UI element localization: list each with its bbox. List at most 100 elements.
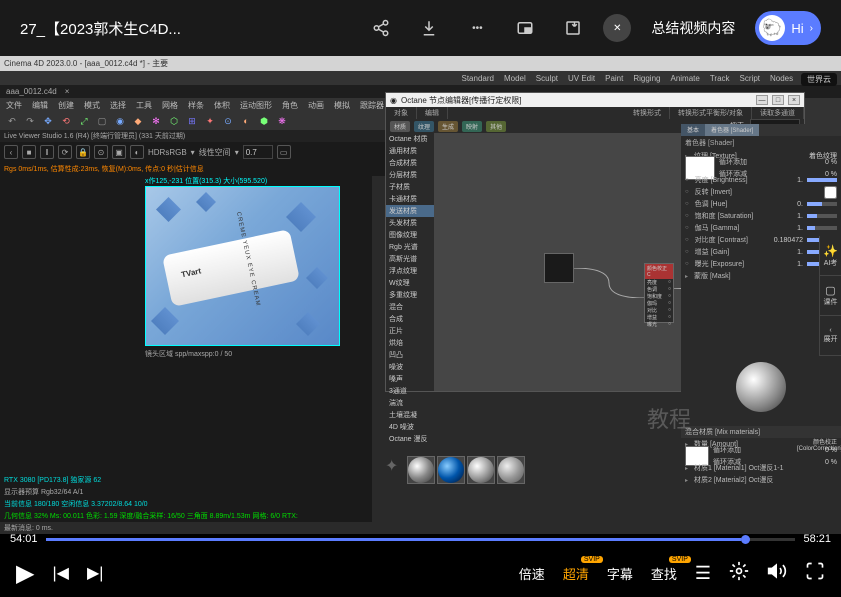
pill-5[interactable]: 其他 [486, 121, 506, 132]
vp-aspect-icon[interactable]: ▭ [277, 145, 291, 159]
speed-button[interactable]: 倍速 [519, 564, 545, 583]
node-port[interactable]: 对比○ [645, 307, 673, 314]
nw-ctab-3[interactable]: 读取多通道 [752, 107, 804, 119]
node-port[interactable]: 增益○ [645, 314, 673, 321]
pill-1[interactable]: 材质 [390, 121, 410, 132]
node-window-titlebar[interactable]: ◉ Octane 节点编辑器[传播行定权限] — □ × [386, 93, 804, 107]
mat-item[interactable]: 合成材质 [386, 157, 434, 169]
mat-item[interactable]: 卡通材质 [386, 193, 434, 205]
node-port[interactable]: 伽玛○ [645, 300, 673, 307]
tool-13-icon[interactable]: ◐ [238, 113, 254, 129]
tool-14-icon[interactable]: ⬢ [256, 113, 272, 129]
search-button[interactable]: 查找SVIP [651, 564, 677, 583]
node-port[interactable]: 色调○ [645, 286, 673, 293]
tool-8-icon[interactable]: ✻ [148, 113, 164, 129]
mode-animate[interactable]: Animate [670, 74, 699, 83]
fullscreen-icon[interactable] [805, 561, 825, 586]
mode-model[interactable]: Model [504, 74, 526, 83]
nw-tab-edit[interactable]: 编辑 [417, 107, 448, 119]
slider[interactable] [807, 226, 837, 230]
menu-mode[interactable]: 模式 [84, 100, 100, 111]
window-close-button[interactable]: × [788, 95, 800, 105]
node-port[interactable]: 饱和度○ [645, 293, 673, 300]
fan-icon[interactable]: ✦ [385, 456, 405, 476]
props-tab-base[interactable]: 基本 [681, 124, 705, 136]
play-button[interactable]: ▶ [16, 559, 34, 588]
node-colorcorrect[interactable]: 颜色校正 C 亮度○ 色调○ 饱和度○ 伽玛○ 对比○ 增益○ 曝光○ [644, 263, 674, 323]
pill-2[interactable]: 纹理 [414, 121, 434, 132]
mix-mat1[interactable]: 材质1 [Material1] Oct漫反1-1 [694, 463, 837, 473]
mat-thumb[interactable] [467, 456, 495, 484]
summary-button[interactable]: 总结视频内容 [643, 14, 743, 42]
subtitle-button[interactable]: 字幕 [607, 564, 633, 583]
tool-undo-icon[interactable]: ↶ [4, 113, 20, 129]
mat-item[interactable]: 通用材质 [386, 145, 434, 157]
mode-standard[interactable]: Standard [461, 74, 493, 83]
avatar-pill[interactable]: 🐑 Hi › [755, 11, 821, 45]
prev-button[interactable]: |◀ [52, 563, 68, 583]
prop-val[interactable]: 0 % [797, 159, 837, 166]
next-button[interactable]: ▶| [87, 563, 103, 583]
tool-11-icon[interactable]: ✦ [202, 113, 218, 129]
expand-button[interactable]: ‹展开 [820, 316, 841, 356]
mat-item[interactable]: W纹理 [386, 277, 434, 289]
menu-mograph[interactable]: 运动图形 [240, 100, 272, 111]
tool-scale-icon[interactable]: ⤢ [76, 113, 92, 129]
prop-brightness-val[interactable]: 1. [763, 177, 803, 184]
tool-rotate-icon[interactable]: ⟲ [58, 113, 74, 129]
mode-script[interactable]: Script [740, 74, 760, 83]
maximize-button[interactable]: □ [772, 95, 784, 105]
prop-contrast-val[interactable]: 0.180472 [763, 237, 803, 244]
nw-ctab-1[interactable]: 转换形式 [625, 107, 670, 119]
menu-tools[interactable]: 工具 [136, 100, 152, 111]
tool-12-icon[interactable]: ⊙ [220, 113, 236, 129]
menu-spline[interactable]: 样条 [188, 100, 204, 111]
vp-pause-icon[interactable]: ‖ [40, 145, 54, 159]
mat-thumb[interactable] [497, 456, 525, 484]
share-icon[interactable] [369, 16, 393, 40]
mat-item[interactable]: Octane 材质 [386, 133, 434, 145]
vp-refresh-icon[interactable]: ⟳ [58, 145, 72, 159]
vp-clay-icon[interactable]: ◐ [130, 145, 144, 159]
prop-exposure-val[interactable]: 1. [763, 261, 803, 268]
mat-item[interactable]: 浮点纹理 [386, 265, 434, 277]
mat-item[interactable]: 湍流 [386, 397, 434, 409]
menu-char[interactable]: 角色 [282, 100, 298, 111]
menu-file[interactable]: 文件 [6, 100, 22, 111]
tool-7-icon[interactable]: ◆ [130, 113, 146, 129]
menu-create[interactable]: 创建 [58, 100, 74, 111]
mat-item[interactable]: 多重纹理 [386, 289, 434, 301]
mode-track[interactable]: Track [710, 74, 730, 83]
mat-item[interactable]: 头发材质 [386, 217, 434, 229]
invert-checkbox[interactable] [824, 186, 837, 199]
pill-4[interactable]: 映射 [462, 121, 482, 132]
nw-tab-obj[interactable]: 对象 [386, 107, 417, 119]
menu-volume[interactable]: 体积 [214, 100, 230, 111]
mode-rigging[interactable]: Rigging [633, 74, 660, 83]
mix-mat2[interactable]: 材质2 [Material2] Oct漫反 [694, 475, 837, 485]
menu-sim[interactable]: 模拟 [334, 100, 350, 111]
menu-track[interactable]: 跟踪器 [360, 100, 384, 111]
tool-15-icon[interactable]: ❋ [274, 113, 290, 129]
mat-item[interactable]: 烘焙 [386, 337, 434, 349]
slider[interactable] [807, 202, 837, 206]
volume-icon[interactable] [767, 561, 787, 586]
prop-hue-val[interactable]: 0. [763, 201, 803, 208]
minimize-button[interactable]: — [756, 95, 768, 105]
menu-select[interactable]: 选择 [110, 100, 126, 111]
prop-val[interactable]: 0 % [797, 171, 837, 178]
vp-stop-icon[interactable]: ■ [22, 145, 36, 159]
mat-item[interactable]: 4D 噪波 [386, 421, 434, 433]
slider[interactable] [807, 214, 837, 218]
window-icon[interactable] [561, 16, 585, 40]
mat-item[interactable]: 3通道 [386, 385, 434, 397]
menu-edit[interactable]: 编辑 [32, 100, 48, 111]
props-tab-shader[interactable]: 着色器 [Shader] [705, 124, 759, 136]
mode-paint[interactable]: Paint [605, 74, 623, 83]
mat-item[interactable]: 合成 [386, 313, 434, 325]
mat-item[interactable]: 混合 [386, 301, 434, 313]
tool-5-icon[interactable]: ▢ [94, 113, 110, 129]
node-port[interactable]: 曝光○ [645, 321, 673, 328]
prop-gain-val[interactable]: 1. [763, 249, 803, 256]
mat-thumb[interactable] [407, 456, 435, 484]
